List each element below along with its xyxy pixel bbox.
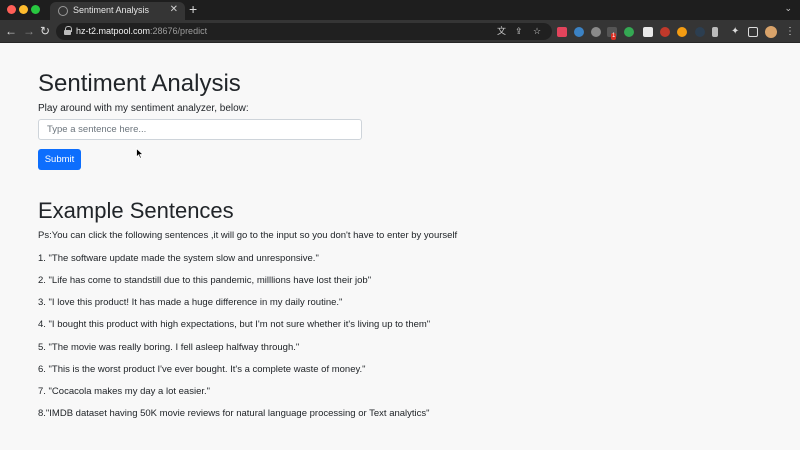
extension-badge: 1: [611, 33, 617, 40]
example-sentence-2[interactable]: 2. "Life has come to standstill due to t…: [38, 275, 371, 286]
page-title: Sentiment Analysis: [38, 70, 241, 97]
forward-button[interactable]: →: [23, 24, 35, 38]
extension-icon[interactable]: [660, 27, 670, 37]
mouse-cursor-icon: [136, 148, 144, 159]
extension-icon[interactable]: [695, 27, 705, 37]
sentence-input[interactable]: [38, 119, 362, 140]
extension-icon[interactable]: [557, 27, 567, 37]
new-tab-button[interactable]: +: [189, 1, 197, 17]
tab-title: Sentiment Analysis: [73, 5, 150, 15]
extension-icon[interactable]: [677, 27, 687, 37]
globe-icon: [58, 6, 68, 16]
example-sentence-7[interactable]: 7. "Cocacola makes my day a lot easier.": [38, 386, 210, 397]
browser-tab-bar: Sentiment Analysis ✕ + ⌄: [0, 0, 800, 20]
page-content: Sentiment Analysis Play around with my s…: [0, 44, 800, 450]
tab-search-chevron-icon[interactable]: ⌄: [784, 3, 792, 14]
example-sentence-3[interactable]: 3. "I love this product! It has made a h…: [38, 297, 342, 308]
lock-icon[interactable]: [64, 26, 72, 35]
extension-icon[interactable]: [574, 27, 584, 37]
example-sentence-6[interactable]: 6. "This is the worst product I've ever …: [38, 364, 366, 375]
example-sentence-4[interactable]: 4. "I bought this product with high expe…: [38, 319, 430, 330]
minimize-window-button[interactable]: [19, 5, 28, 14]
submit-button[interactable]: Submit: [38, 149, 81, 170]
reload-button[interactable]: ↻: [40, 24, 50, 38]
example-sentence-5[interactable]: 5. "The movie was really boring. I fell …: [38, 342, 299, 353]
more-menu-icon[interactable]: ⋮: [785, 27, 795, 37]
star-icon[interactable]: ☆: [533, 27, 541, 36]
back-button[interactable]: ←: [5, 24, 17, 38]
extension-icon[interactable]: 1: [607, 27, 617, 40]
tab-close-icon[interactable]: ✕: [170, 4, 178, 15]
share-icon[interactable]: ⇪: [515, 27, 523, 36]
extension-icon[interactable]: [624, 27, 634, 37]
extension-icon[interactable]: [591, 27, 601, 37]
browser-tab[interactable]: Sentiment Analysis ✕: [50, 2, 185, 20]
address-bar[interactable]: hz-t2.matpool.com:28676/predict 文 ⇪ ☆: [56, 23, 552, 40]
intro-text: Play around with my sentiment analyzer, …: [38, 103, 249, 114]
puzzle-icon[interactable]: ✦: [731, 27, 741, 37]
example-sentence-1[interactable]: 1. "The software update made the system …: [38, 253, 319, 264]
close-window-button[interactable]: [7, 5, 16, 14]
maximize-window-button[interactable]: [31, 5, 40, 14]
example-sentence-8[interactable]: 8."IMDB dataset having 50K movie reviews…: [38, 408, 430, 419]
side-panel-icon[interactable]: [748, 27, 758, 37]
examples-title: Example Sentences: [38, 198, 234, 223]
document-icon[interactable]: [643, 27, 653, 37]
translate-icon[interactable]: 文: [497, 27, 506, 36]
examples-note: Ps:You can click the following sentences…: [38, 230, 458, 241]
url-text[interactable]: hz-t2.matpool.com:28676/predict: [76, 26, 207, 36]
extension-icon[interactable]: [712, 27, 718, 37]
avatar[interactable]: [765, 26, 777, 38]
